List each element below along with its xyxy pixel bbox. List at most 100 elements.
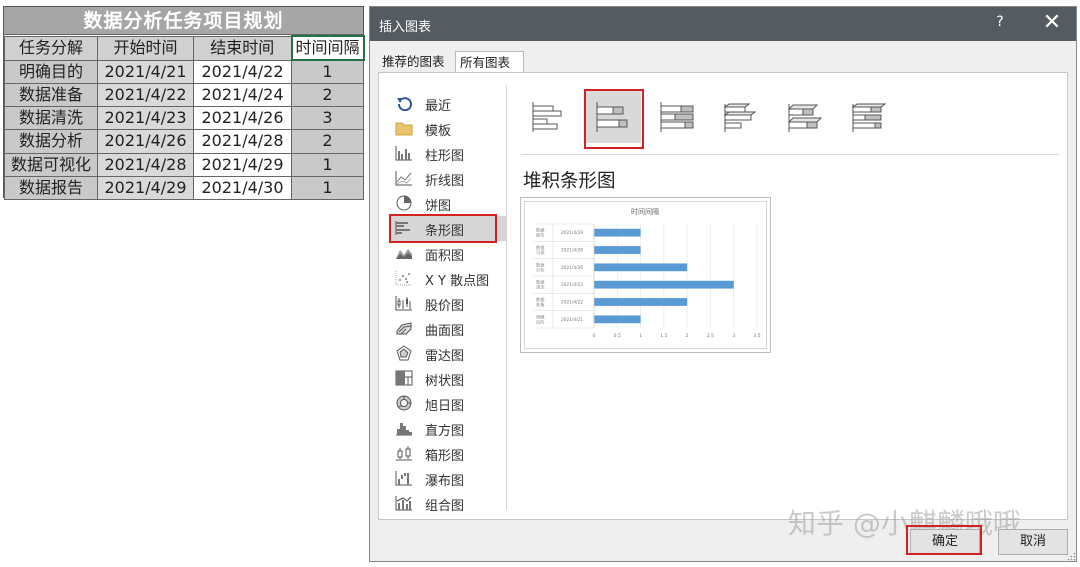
chart-type-radar-chart[interactable]: 雷达图 (389, 341, 507, 366)
folder-icon (395, 122, 413, 136)
ok-button[interactable]: 确定 (910, 529, 980, 555)
chart-type-column-chart[interactable]: 柱形图 (389, 141, 507, 166)
chart-type-folder[interactable]: 模板 (389, 116, 507, 141)
histogram-chart-icon (396, 423, 412, 436)
table-cell[interactable]: 2021/4/29 (97, 175, 194, 200)
category-label: 报告 (536, 232, 544, 239)
table-row: 数据可视化 2021/4/28 2021/4/29 1 (4, 152, 364, 177)
chart-type-label: 直方图 (425, 424, 465, 439)
chart-type-label: 曲面图 (425, 324, 465, 339)
category-label: 目的 (536, 318, 544, 325)
table-cell[interactable]: 2 (291, 82, 364, 108)
chart-type-box-chart[interactable]: 箱形图 (389, 441, 507, 466)
table-cell[interactable]: 2021/4/22 (97, 82, 194, 108)
divider (506, 85, 507, 510)
tab-all-charts[interactable]: 所有图表 (455, 51, 524, 73)
cancel-button[interactable]: 取消 (998, 529, 1068, 555)
header-cell[interactable]: 结束时间 (193, 35, 292, 61)
subtype-100-stacked-bar[interactable] (649, 89, 705, 143)
table-cell[interactable]: 2021/4/30 (193, 175, 292, 200)
chart-type-surface-chart[interactable]: 曲面图 (389, 316, 507, 341)
column-chart-icon (395, 146, 412, 161)
radar-chart-icon (396, 345, 412, 361)
table-cell[interactable]: 2021/4/23 (97, 106, 194, 131)
chart-type-label: 模板 (425, 124, 452, 139)
category-label: 分析 (536, 266, 544, 273)
table-cell[interactable]: 2021/4/28 (97, 152, 194, 177)
chart-type-histogram-chart[interactable]: 直方图 (389, 416, 507, 441)
chart-type-area-chart[interactable]: 面积图 (389, 241, 507, 266)
chart-type-label: 条形图 (425, 224, 465, 239)
table-cell[interactable]: 3 (291, 106, 364, 131)
chart-type-waterfall-chart[interactable]: 瀑布图 (389, 466, 507, 491)
clustered-bar-icon (532, 102, 562, 132)
tab-recommended-charts[interactable]: 推荐的图表 (378, 51, 453, 73)
table-cell[interactable]: 数据可视化 (4, 152, 98, 177)
table-cell[interactable]: 2021/4/22 (193, 59, 292, 84)
help-button[interactable]: ? (990, 14, 1010, 30)
dialog-title: 插入图表 (379, 20, 432, 35)
table-row: 数据报告 2021/4/29 2021/4/30 1 (4, 175, 364, 200)
chart-type-treemap-chart[interactable]: 树状图 (389, 366, 507, 391)
recent-icon (397, 97, 412, 111)
close-icon[interactable]: ✕ (1038, 10, 1066, 35)
chart-type-label: 树状图 (425, 374, 465, 389)
header-cell-selected[interactable]: 时间间隔 (290, 35, 365, 61)
chart-type-line-chart[interactable]: 折线图 (389, 166, 507, 191)
header-cell[interactable]: 任务分解 (4, 35, 98, 61)
category-date-label: 2021/4/21 (561, 317, 583, 323)
chart-type-recent[interactable]: 最近 (389, 91, 507, 116)
table-cell[interactable]: 数据准备 (4, 82, 98, 108)
chart-type-label: 箱形图 (425, 449, 465, 464)
chart-type-sunburst-chart[interactable]: 旭日图 (389, 391, 507, 416)
table-cell[interactable]: 数据报告 (4, 175, 98, 200)
3d-stacked-bar-icon (787, 104, 823, 132)
table-cell[interactable]: 2021/4/24 (193, 82, 292, 108)
table-cell[interactable]: 2021/4/26 (193, 106, 292, 131)
chart-type-bar-chart[interactable]: 条形图 (389, 216, 507, 241)
category-date-label: 2021/4/26 (561, 265, 583, 271)
x-tick-label: 0.5 (614, 333, 621, 339)
subtype-3d-100-stacked-bar[interactable] (841, 89, 897, 143)
chart-type-label: 折线图 (425, 174, 465, 189)
treemap-chart-icon (395, 370, 413, 386)
table-cell[interactable]: 1 (291, 175, 364, 200)
pie-chart-icon (396, 195, 412, 211)
subtype-clustered-bar[interactable] (521, 89, 577, 143)
chart-subtype-row (521, 85, 1061, 149)
subtype-3d-clustered-bar[interactable] (713, 89, 769, 143)
table-cell[interactable]: 2021/4/28 (193, 129, 292, 154)
divider (521, 154, 1059, 155)
category-label: 准备 (536, 301, 545, 308)
table-cell[interactable]: 数据分析 (4, 129, 98, 154)
chart-type-label: 面积图 (425, 249, 465, 264)
stacked-bar-icon (596, 102, 628, 132)
table-cell[interactable]: 2021/4/26 (97, 129, 194, 154)
table-cell[interactable]: 1 (291, 152, 364, 177)
subtype-stacked-bar[interactable] (585, 89, 641, 143)
table-cell[interactable]: 1 (291, 59, 364, 84)
x-tick-label: 3 (732, 333, 735, 339)
chart-type-combo-chart[interactable]: 组合图 (389, 491, 507, 516)
resize-grip-icon[interactable] (1067, 552, 1076, 561)
category-date-label: 2021/4/23 (561, 282, 583, 288)
x-tick-label: 3.5 (753, 333, 760, 339)
dialog-titlebar[interactable]: 插入图表 ? ✕ (370, 7, 1076, 41)
header-cell[interactable]: 开始时间 (97, 35, 194, 61)
table-cell[interactable]: 数据清洗 (4, 106, 98, 131)
chart-type-list: 最近模板柱形图折线图饼图条形图面积图 X Y 散点图 股价图曲面图雷达图树状图旭日图… (389, 91, 507, 516)
spreadsheet-table: 数据分析任务项目规划 任务分解 开始时间 结束时间 时间间隔 明确目的 2021/… (3, 6, 365, 200)
stock-chart-icon (395, 296, 412, 311)
subtype-3d-stacked-bar[interactable] (777, 89, 833, 143)
chart-type-label: 最近 (425, 99, 452, 114)
chart-type-stock-chart[interactable]: 股价图 (389, 291, 507, 316)
chart-type-pie-chart[interactable]: 饼图 (389, 191, 507, 216)
chart-type-scatter-chart[interactable]: X Y 散点图 (389, 266, 507, 291)
table-cell[interactable]: 明确目的 (4, 59, 98, 84)
sheet-title[interactable]: 数据分析任务项目规划 (4, 7, 363, 35)
table-cell[interactable]: 2 (291, 129, 364, 154)
table-cell[interactable]: 2021/4/29 (193, 152, 292, 177)
bar-mark (594, 246, 641, 254)
chart-preview[interactable]: 时间间隔 0 0.5 1 1.5 2 2.5 3 3.5 明确 目的 2021/4/21 数据 准备 202… (520, 197, 771, 353)
table-cell[interactable]: 2021/4/21 (97, 59, 194, 84)
